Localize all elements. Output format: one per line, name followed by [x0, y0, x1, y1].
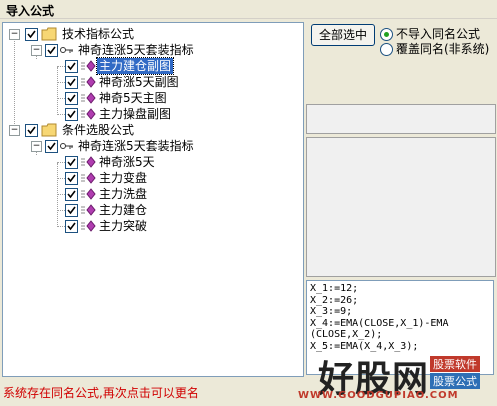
code-line: X_2:=26; — [310, 294, 359, 306]
tree-item[interactable]: 主力变盘 — [3, 170, 299, 186]
collapse-toggle[interactable]: − — [31, 141, 42, 152]
info-panel-top — [306, 104, 496, 134]
tree-item[interactable]: 神奇涨5天 — [3, 154, 299, 170]
set-checkbox[interactable] — [45, 44, 58, 57]
set-checkbox[interactable] — [45, 140, 58, 153]
tree-group-screening[interactable]: − 条件选股公式 — [3, 122, 299, 138]
watermark-url: WWW.GOODGUPIAO.COM — [298, 390, 459, 401]
tree-label: 主力建仓 — [99, 203, 148, 217]
code-line: X_1:=12; — [310, 283, 359, 294]
status-message: 系统存在同名公式,再次点击可以更名 — [3, 386, 199, 400]
tree-label: 神奇5天主图 — [99, 91, 167, 105]
formula-tree[interactable]: − 技术指标公式 − 神奇连涨5天套装指标 主力建仓副图 神奇涨5天副图 神奇5… — [2, 22, 304, 377]
collapse-toggle[interactable]: − — [9, 125, 20, 136]
title-bar: 导入公式 — [0, 0, 497, 19]
tree-label: 神奇连涨5天套装指标 — [78, 139, 194, 153]
tree-item[interactable]: 神奇5天主图 — [3, 90, 299, 106]
item-checkbox[interactable] — [65, 60, 78, 73]
tree-label: 神奇涨5天 — [99, 155, 155, 169]
item-checkbox[interactable] — [65, 92, 78, 105]
tree-label: 主力变盘 — [99, 171, 148, 185]
tree-set-node[interactable]: − 神奇连涨5天套装指标 — [3, 42, 299, 58]
key-icon — [60, 47, 73, 53]
code-line: X_3:=9; — [310, 306, 353, 317]
tree-item[interactable]: 主力建仓 — [3, 202, 299, 218]
item-checkbox[interactable] — [65, 188, 78, 201]
tree-item[interactable]: 神奇涨5天副图 — [3, 74, 299, 90]
radio-circle[interactable] — [380, 28, 393, 41]
formula-icon — [81, 188, 96, 200]
folder-icon — [41, 123, 57, 137]
window-title: 导入公式 — [6, 4, 55, 18]
radio-label: 覆盖同名(非系统) — [396, 42, 490, 56]
info-panel-middle — [306, 137, 496, 277]
formula-icon — [81, 108, 96, 120]
tree-item[interactable]: 主力洗盘 — [3, 186, 299, 202]
item-checkbox[interactable] — [65, 204, 78, 217]
code-line: (CLOSE,X_2); — [310, 329, 383, 340]
watermark-tag: 股票软件 — [430, 356, 480, 372]
tree-label: 技术指标公式 — [62, 27, 135, 41]
tree-label: 主力操盘副图 — [99, 107, 172, 121]
collapse-toggle[interactable]: − — [31, 45, 42, 56]
key-icon — [60, 143, 73, 149]
formula-icon — [81, 204, 96, 216]
group-checkbox[interactable] — [25, 124, 38, 137]
tree-item[interactable]: 主力建仓副图 — [3, 57, 299, 75]
item-checkbox[interactable] — [65, 76, 78, 89]
group-checkbox[interactable] — [25, 28, 38, 41]
item-checkbox[interactable] — [65, 172, 78, 185]
folder-icon — [41, 27, 57, 41]
watermark-logo: 好股网 股票软件 股票公式 WWW.GOODGUPIAO.COM — [290, 348, 497, 406]
formula-icon — [81, 60, 96, 72]
item-checkbox[interactable] — [65, 220, 78, 233]
tree-label: 神奇涨5天副图 — [99, 75, 179, 89]
tree-group-technical[interactable]: − 技术指标公式 — [3, 26, 299, 42]
formula-icon — [81, 220, 96, 232]
tree-set-node[interactable]: − 神奇连涨5天套装指标 — [3, 138, 299, 154]
item-checkbox[interactable] — [65, 156, 78, 169]
formula-icon — [81, 172, 96, 184]
tree-item[interactable]: 主力突破 — [3, 218, 299, 234]
tree-label: 神奇连涨5天套装指标 — [78, 43, 194, 57]
tree-item[interactable]: 主力操盘副图 — [3, 106, 299, 122]
radio-circle[interactable] — [380, 43, 393, 56]
watermark-tag: 股票公式 — [430, 373, 480, 389]
collapse-toggle[interactable]: − — [9, 29, 20, 40]
select-all-button[interactable]: 全部选中 — [311, 24, 375, 46]
formula-icon — [81, 76, 96, 88]
formula-icon — [81, 156, 96, 168]
code-line: X_4:=EMA(CLOSE,X_1)-EMA — [310, 317, 449, 329]
formula-icon — [81, 92, 96, 104]
item-checkbox[interactable] — [65, 108, 78, 121]
tree-label: 条件选股公式 — [62, 123, 135, 137]
tree-label: 主力洗盘 — [99, 187, 148, 201]
tree-label: 主力建仓副图 — [95, 57, 175, 75]
tree-label: 主力突破 — [99, 219, 148, 233]
radio-label: 不导入同名公式 — [396, 27, 481, 41]
